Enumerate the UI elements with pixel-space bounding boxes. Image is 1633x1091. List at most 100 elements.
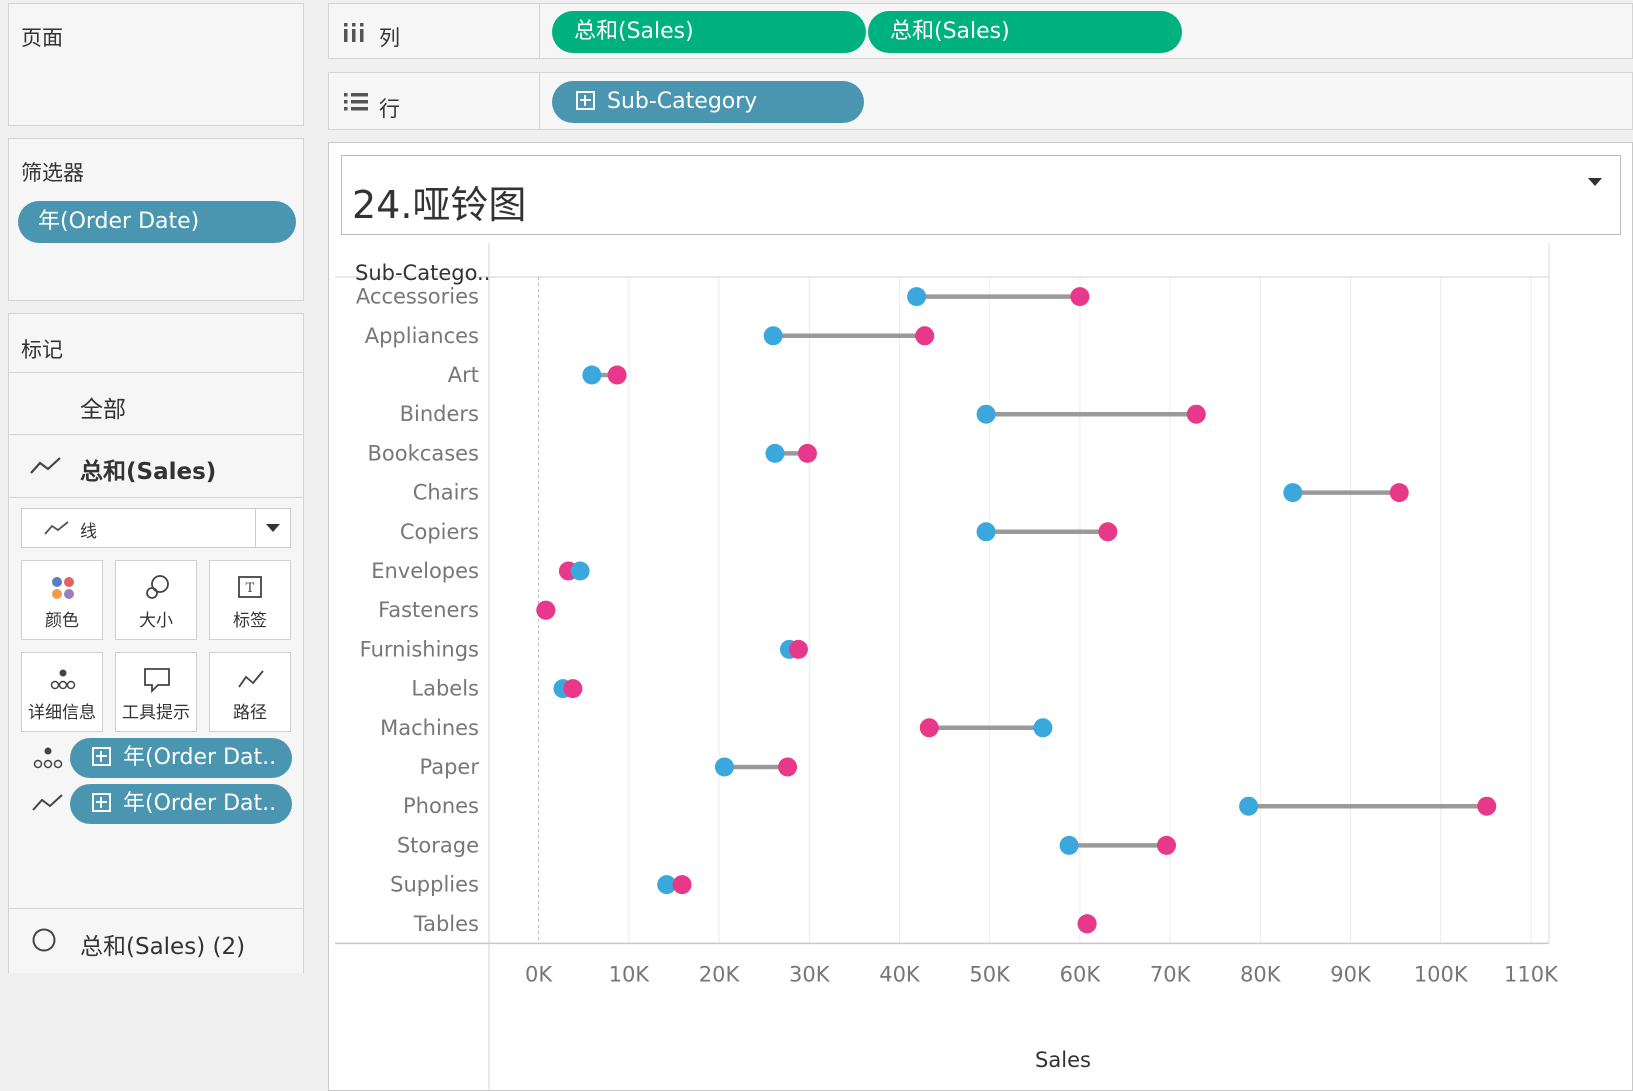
marks-second-row[interactable]: 总和(Sales) (2)	[9, 908, 303, 973]
tooltip-label: 工具提示	[122, 703, 190, 723]
point-series-2[interactable]	[1186, 404, 1206, 424]
category-label: Chairs	[413, 481, 479, 505]
line-mark-icon	[30, 457, 61, 474]
category-label: Phones	[403, 794, 479, 818]
text-label-icon: T	[238, 576, 262, 598]
category-label: Binders	[400, 402, 479, 426]
expand-icon	[92, 792, 111, 812]
row-header[interactable]: Sub-Catego..	[355, 261, 490, 285]
point-series-2[interactable]	[1098, 522, 1118, 542]
point-series-2[interactable]	[536, 600, 556, 620]
expand-icon	[92, 746, 111, 766]
view-area: 24.哑铃图 Sub-Catego.. Accessories Appliance…	[328, 142, 1633, 1091]
point-series-2[interactable]	[672, 875, 692, 895]
path-pill-order-date[interactable]: 年(Order Dat..	[70, 784, 292, 824]
expand-icon	[576, 90, 595, 110]
point-series-1[interactable]	[1239, 796, 1259, 816]
category-label: Tables	[413, 912, 479, 936]
rows-pill-sub-category[interactable]: Sub-Category	[552, 81, 864, 123]
point-series-1[interactable]	[582, 365, 602, 385]
point-series-1[interactable]	[1283, 483, 1303, 503]
category-label: Appliances	[365, 324, 479, 348]
size-label: 大小	[139, 611, 173, 631]
point-series-2[interactable]	[1477, 796, 1497, 816]
marks-measure-label: 总和(Sales)	[80, 459, 217, 485]
color-icon	[52, 577, 74, 599]
path-pill-label: 年(Order Dat..	[123, 791, 277, 816]
rows-label: 行	[379, 97, 400, 121]
point-series-1[interactable]	[714, 757, 734, 777]
x-tick-label: 90K	[1330, 962, 1372, 986]
columns-pill-sales-1[interactable]: 总和(Sales)	[552, 11, 866, 53]
detail-button[interactable]: 详细信息	[21, 652, 103, 732]
columns-pill-1-label: 总和(Sales)	[574, 19, 694, 44]
tooltip-icon	[144, 668, 170, 694]
detail-pill-label: 年(Order Dat..	[123, 745, 277, 770]
point-series-2[interactable]	[778, 757, 798, 777]
detail-label: 详细信息	[28, 703, 96, 723]
size-button[interactable]: 大小	[115, 560, 197, 640]
title-dropdown-icon[interactable]	[1588, 178, 1602, 188]
point-series-2[interactable]	[607, 365, 627, 385]
marks-card: 标记 全部 总和(Sales) 线 颜色 大小 T 标签 详细信息 工具提示 路…	[8, 313, 304, 973]
marks-measure-row[interactable]: 总和(Sales)	[9, 434, 303, 498]
point-series-2[interactable]	[788, 639, 808, 659]
marks-all-label: 全部	[80, 397, 126, 423]
color-button[interactable]: 颜色	[21, 560, 103, 640]
x-tick-label: 30K	[789, 962, 831, 986]
point-series-2[interactable]	[563, 679, 583, 699]
point-series-1[interactable]	[763, 326, 783, 346]
path-button[interactable]: 路径	[209, 652, 291, 732]
point-series-2[interactable]	[915, 326, 935, 346]
category-label: Paper	[420, 755, 480, 779]
filters-title: 筛选器	[21, 161, 84, 185]
path-icon	[32, 794, 63, 811]
x-tick-label: 20K	[699, 962, 741, 986]
path-label: 路径	[233, 703, 267, 723]
dumbbell-chart: Sub-Catego.. Accessories Appliances Art Bin…	[335, 243, 1559, 1090]
pages-card: 页面	[8, 3, 304, 126]
tooltip-button[interactable]: 工具提示	[115, 652, 197, 732]
point-series-1[interactable]	[1033, 718, 1053, 738]
chevron-down-icon	[266, 524, 280, 532]
path-icon	[238, 670, 264, 688]
filter-pill-label: 年(Order Date)	[38, 209, 200, 234]
category-label: Copiers	[400, 520, 479, 544]
point-series-2[interactable]	[1156, 835, 1176, 855]
detail-pill-order-date[interactable]: 年(Order Dat..	[70, 738, 292, 778]
columns-pill-sales-2[interactable]: 总和(Sales)	[868, 11, 1182, 53]
point-series-1[interactable]	[765, 443, 785, 463]
detail-icon	[33, 747, 63, 769]
category-label: Supplies	[390, 873, 479, 897]
mark-type-dropdown[interactable]: 线	[21, 508, 291, 548]
filter-pill-order-date[interactable]: 年(Order Date)	[18, 201, 296, 243]
rows-shelf-label: 行	[329, 73, 540, 129]
category-label: Accessories	[356, 285, 479, 309]
x-tick-label: 0K	[525, 962, 553, 986]
dropdown-divider	[255, 509, 256, 547]
point-series-2[interactable]	[1070, 287, 1090, 307]
rows-pill-label: Sub-Category	[607, 89, 758, 114]
point-series-1[interactable]	[570, 561, 590, 581]
point-series-2[interactable]	[1389, 483, 1409, 503]
category-label: Envelopes	[371, 559, 479, 583]
label-button[interactable]: T 标签	[209, 560, 291, 640]
marks-all-row[interactable]: 全部	[9, 372, 303, 435]
label-label: 标签	[233, 611, 267, 631]
category-label: Fasteners	[378, 598, 479, 622]
point-series-2[interactable]	[1077, 914, 1097, 934]
marks-title: 标记	[21, 338, 63, 362]
x-tick-label: 60K	[1060, 962, 1102, 986]
size-icon	[146, 575, 169, 599]
point-series-1[interactable]	[1059, 835, 1079, 855]
point-series-1[interactable]	[976, 522, 996, 542]
rows-shelf[interactable]: 行 Sub-Category	[328, 72, 1633, 130]
rows-icon	[344, 93, 368, 111]
category-label: Storage	[397, 833, 479, 857]
point-series-1[interactable]	[907, 287, 927, 307]
point-series-2[interactable]	[919, 718, 939, 738]
columns-shelf[interactable]: 列 总和(Sales) 总和(Sales)	[328, 3, 1633, 59]
view-title-box[interactable]: 24.哑铃图	[341, 155, 1621, 235]
point-series-2[interactable]	[797, 443, 817, 463]
point-series-1[interactable]	[976, 404, 996, 424]
